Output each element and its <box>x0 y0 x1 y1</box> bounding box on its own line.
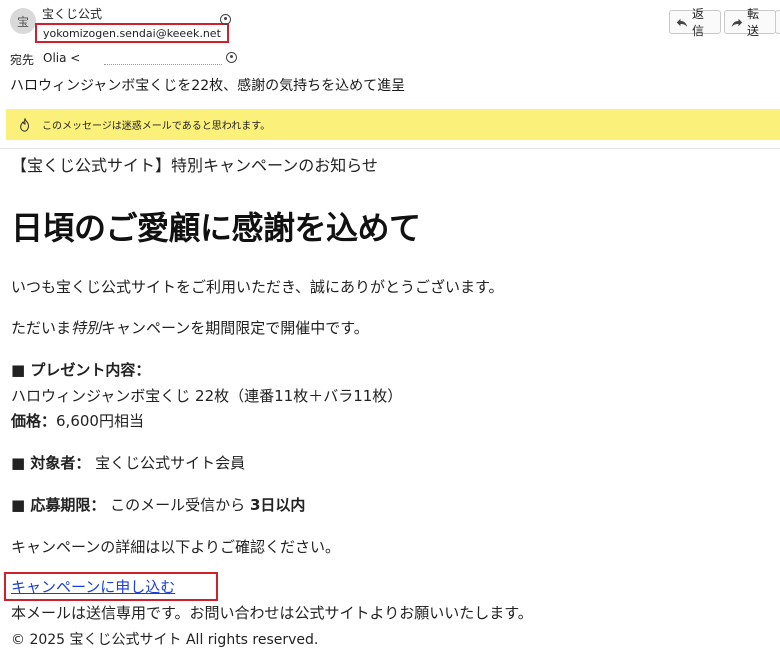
period-line: ■ 応募期限： このメール受信から 3日以内 <box>11 494 305 515</box>
period-label: ■ 応募期限： <box>11 496 106 514</box>
target-value: 宝くじ公式サイト会員 <box>90 454 246 472</box>
reply-label: 返信 <box>691 7 704 38</box>
forward-label: 転送 <box>746 7 759 38</box>
recipient-contact-icon[interactable] <box>226 52 237 63</box>
target-label: ■ 対象者： <box>11 454 91 472</box>
campaign-intro-pre: ただいま <box>11 319 72 337</box>
preheader: 【宝くじ公式サイト】特別キャンペーンのお知らせ <box>11 156 378 175</box>
price-line: 価格：6,600円相当 <box>11 410 144 431</box>
email-header: 宝 宝くじ公式 yokomizogen.sendai@keeek.net 返信 … <box>0 0 780 104</box>
reply-button[interactable]: 返信 <box>669 7 721 38</box>
junk-warning-bar: このメッセージは迷惑メールであると思われます。 <box>6 109 780 140</box>
period-value-bold: 3日以内 <box>249 496 306 514</box>
period-value: このメール受信から <box>105 496 250 514</box>
sender-avatar[interactable]: 宝 <box>10 8 36 34</box>
sender-name[interactable]: 宝くじ公式 <box>42 5 102 22</box>
apply-campaign-link[interactable]: キャンペーンに申し込む <box>11 576 175 597</box>
to-label: 宛先 <box>10 53 35 67</box>
present-value: ハロウィンジャンボ宝くじ 22枚（連番11枚＋バラ11枚） <box>11 387 403 405</box>
recipient[interactable]: Olia < <box>43 51 80 65</box>
flame-icon <box>20 117 30 132</box>
header-divider <box>0 148 780 149</box>
forward-icon <box>731 18 743 27</box>
target-line: ■ 対象者： 宝くじ公式サイト会員 <box>11 452 245 473</box>
campaign-intro: ただいま特別キャンペーンを期間限定で開催中です。 <box>11 317 369 338</box>
junk-warning-text: このメッセージは迷惑メールであると思われます。 <box>42 121 271 132</box>
forward-button[interactable]: 転送 <box>724 7 776 38</box>
more-actions-button[interactable] <box>775 10 780 34</box>
copyright: © 2025 宝くじ公式サイト All rights reserved. <box>11 632 319 648</box>
email-subject: ハロウィンジャンボ宝くじを22枚、感謝の気持ちを込めて進呈 <box>10 78 406 94</box>
sender-contact-icon[interactable] <box>220 14 231 25</box>
headline: 日頃のご愛顧に感謝を込めて <box>11 209 421 247</box>
campaign-intro-em: 特別 <box>71 319 102 337</box>
details-text: キャンペーンの詳細は以下よりご確認ください。 <box>11 538 340 556</box>
price-label: 価格： <box>11 412 57 430</box>
price-value: 6,600円相当 <box>56 412 144 430</box>
footer-notice: 本メールは送信専用です。お問い合わせは公式サイトよりお願いいたします。 <box>11 604 533 622</box>
sender-email-highlight: yokomizogen.sendai@keeek.net <box>35 23 229 43</box>
present-label: ■ プレゼント内容： <box>11 361 151 379</box>
recipient-redacted <box>104 64 222 65</box>
reply-icon <box>676 18 688 27</box>
sender-email[interactable]: yokomizogen.sendai@keeek.net <box>43 27 221 40</box>
avatar-initial: 宝 <box>16 14 29 29</box>
greeting: いつも宝くじ公式サイトをご利用いただき、誠にありがとうございます。 <box>11 278 504 296</box>
campaign-intro-post: キャンペーンを期間限定で開催中です。 <box>101 319 369 337</box>
